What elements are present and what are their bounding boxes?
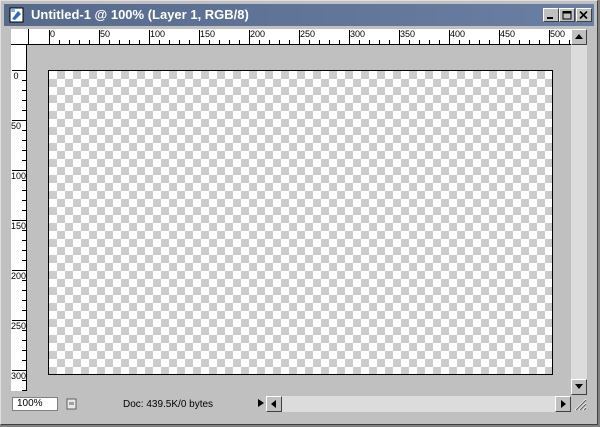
title-bar[interactable]: Untitled-1 @ 100% (Layer 1, RGB/8) — [4, 4, 594, 26]
ruler-v-label: 100 — [11, 171, 27, 181]
close-icon — [579, 11, 588, 20]
ruler-v-label: 150 — [11, 221, 27, 231]
maximize-button[interactable] — [559, 8, 575, 22]
pasteboard[interactable] — [29, 45, 571, 391]
document-canvas[interactable] — [48, 70, 553, 375]
scroll-right-button[interactable] — [555, 396, 571, 412]
arrow-up-icon — [575, 34, 583, 39]
ruler-v-label: 0 — [13, 71, 19, 81]
ruler-h-label: 200 — [250, 29, 266, 39]
vertical-ruler[interactable]: 0 50 100 150 200 250 300 — [11, 45, 27, 391]
minimize-icon — [547, 17, 553, 19]
ruler-h-label: 100 — [150, 29, 166, 39]
vertical-scrollbar[interactable] — [571, 29, 587, 395]
ruler-h-label: 0 — [50, 29, 56, 39]
status-menu-arrow-icon[interactable] — [257, 398, 265, 408]
arrow-down-icon — [575, 384, 583, 389]
ruler-h-label: 250 — [300, 29, 316, 39]
ruler-origin[interactable] — [11, 29, 29, 45]
scroll-up-button[interactable] — [571, 29, 587, 45]
minimize-button[interactable] — [543, 8, 559, 22]
document-window: Untitled-1 @ 100% (Layer 1, RGB/8) 0 50 … — [0, 0, 598, 425]
ruler-h-label: 500 — [550, 29, 566, 39]
vertical-ruler-ticks — [12, 70, 26, 391]
document-size-text: Doc: 439.5K/0 bytes — [123, 399, 214, 410]
page-icon[interactable] — [66, 398, 78, 410]
ruler-h-label: 300 — [350, 29, 366, 39]
ruler-h-label: 50 — [100, 29, 111, 39]
maximize-icon — [562, 11, 572, 20]
ruler-v-label: 200 — [11, 271, 27, 281]
horizontal-scrollbar[interactable] — [266, 396, 571, 412]
scroll-down-button[interactable] — [571, 379, 587, 395]
ruler-v-label: 250 — [11, 321, 27, 331]
resize-grip-icon[interactable] — [573, 397, 587, 411]
status-bar: 100% Doc: 439.5K/0 bytes — [11, 395, 587, 413]
close-button[interactable] — [576, 8, 592, 22]
document-info-panel: Doc: 439.5K/0 bytes — [85, 396, 265, 412]
horizontal-ruler[interactable]: 0 50 100 150 200 250 300 350 400 450 500 — [29, 29, 571, 45]
window-title: Untitled-1 @ 100% (Layer 1, RGB/8) — [31, 7, 249, 22]
ruler-h-label: 350 — [400, 29, 416, 39]
ruler-h-label: 150 — [200, 29, 216, 39]
document-icon[interactable] — [9, 7, 25, 23]
arrow-right-icon — [561, 400, 566, 408]
ruler-v-label: 50 — [11, 121, 22, 131]
scroll-left-button[interactable] — [266, 396, 282, 412]
ruler-h-label: 400 — [450, 29, 466, 39]
zoom-field[interactable]: 100% — [12, 397, 58, 411]
ruler-h-label: 450 — [500, 29, 516, 39]
ruler-v-label: 300 — [11, 371, 27, 381]
arrow-left-icon — [271, 400, 276, 408]
